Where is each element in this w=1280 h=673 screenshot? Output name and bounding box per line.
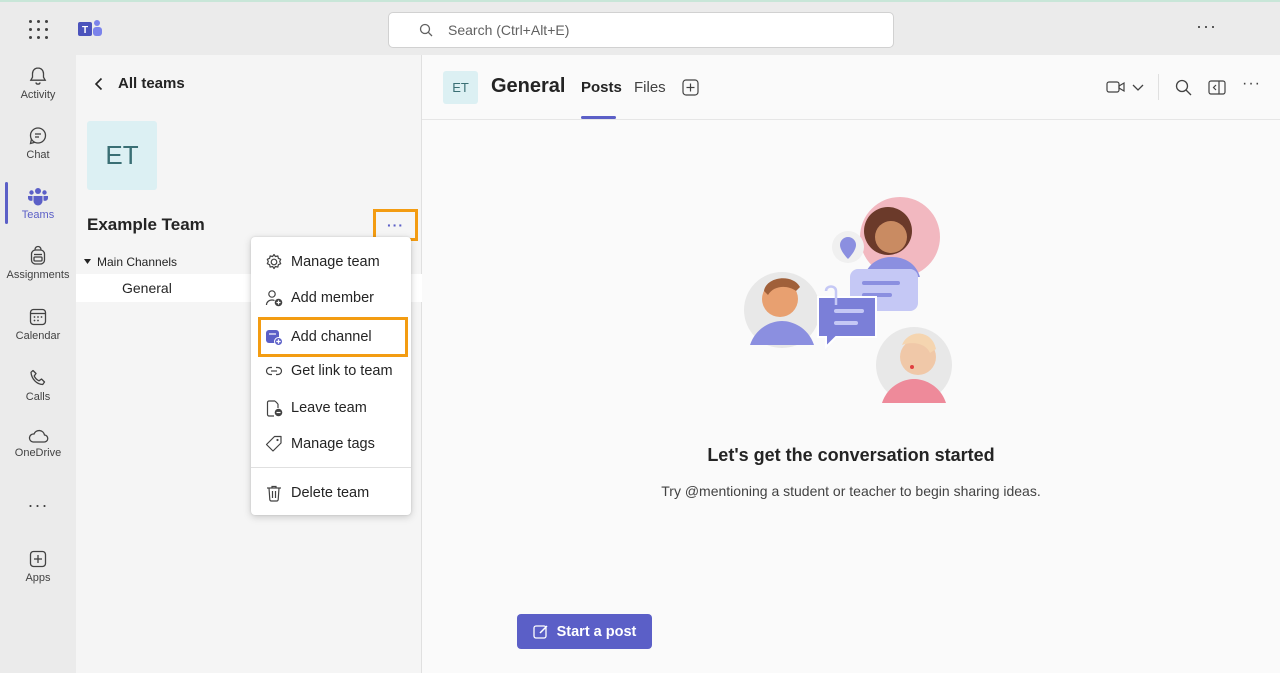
team-name: Example Team: [87, 215, 205, 234]
rail-item-calendar[interactable]: Calendar: [0, 306, 76, 342]
rail-label: Chat: [26, 149, 50, 161]
channels-section-label: Main Channels: [97, 255, 178, 269]
plus-square-icon: [29, 550, 47, 568]
conversation-illustration: [744, 197, 952, 403]
chat-icon: [29, 127, 47, 145]
menu-item-add-channel[interactable]: Add channel: [258, 317, 408, 357]
rail-item-activity[interactable]: Activity: [0, 65, 76, 101]
menu-item-manage-team[interactable]: Manage team: [251, 245, 411, 279]
channel-title: General: [491, 75, 566, 97]
rail-item-teams[interactable]: Teams: [0, 185, 76, 221]
menu-item-label: Manage team: [291, 254, 380, 270]
top-bar: T Search (Ctrl+Alt+E) ···: [0, 0, 1280, 55]
teams-app: T Search (Ctrl+Alt+E) ··· Activity Chat …: [0, 0, 1280, 673]
video-call-icon[interactable]: [1106, 78, 1128, 96]
menu-item-label: Manage tags: [291, 436, 375, 452]
channel-more-icon[interactable]: ···: [1242, 75, 1261, 93]
tab-files[interactable]: Files: [634, 79, 666, 96]
link-icon: [265, 366, 283, 376]
teams-logo-icon: T: [78, 20, 102, 36]
bell-icon: [29, 67, 47, 85]
menu-item-get-link[interactable]: Get link to team: [251, 354, 411, 388]
caret-down-icon: [84, 259, 91, 264]
team-avatar: ET: [87, 121, 157, 190]
add-channel-icon: [266, 330, 283, 346]
add-tab-icon[interactable]: [682, 79, 699, 96]
calendar-icon: [29, 308, 47, 326]
search-icon: [419, 23, 433, 37]
menu-item-leave-team[interactable]: Leave team: [251, 391, 411, 425]
app-launcher-icon[interactable]: [27, 18, 51, 42]
channel-main: ET General Posts Files ··· Let's get the…: [422, 55, 1280, 673]
search-icon[interactable]: [1175, 79, 1192, 96]
leave-icon: [266, 400, 283, 417]
rail-label: Teams: [21, 209, 55, 221]
cloud-icon: [28, 429, 49, 443]
channel-header: ET General Posts Files ···: [422, 55, 1280, 120]
menu-item-label: Leave team: [291, 400, 367, 416]
phone-icon: [30, 369, 46, 386]
search-placeholder: Search (Ctrl+Alt+E): [448, 22, 570, 38]
svg-text:T: T: [82, 25, 88, 36]
add-person-icon: [265, 290, 283, 307]
empty-state-title: Let's get the conversation started: [707, 445, 995, 465]
channels-section-header[interactable]: Main Channels: [84, 255, 177, 269]
chevron-down-icon[interactable]: [1132, 84, 1144, 92]
start-post-label: Start a post: [556, 623, 637, 640]
rail-label: OneDrive: [14, 447, 62, 459]
rail-item-assignments[interactable]: Assignments: [0, 245, 76, 281]
tab-posts[interactable]: Posts: [581, 79, 622, 96]
chevron-left-icon: [94, 77, 103, 90]
team-options-menu: Manage team Add member Add channel Get l…: [251, 237, 411, 515]
header-separator: [1158, 74, 1159, 100]
teams-icon: [28, 188, 48, 206]
start-post-button[interactable]: Start a post: [517, 614, 652, 649]
trash-icon: [267, 485, 281, 502]
channel-avatar: ET: [443, 71, 478, 104]
rail-label: Calls: [25, 391, 51, 403]
channel-label: General: [122, 280, 172, 296]
active-tab-indicator: [581, 116, 616, 119]
rail-label: Assignments: [6, 269, 70, 281]
menu-item-label: Get link to team: [291, 363, 393, 379]
rail-item-onedrive[interactable]: OneDrive: [0, 427, 76, 459]
rail-label: Calendar: [15, 330, 61, 342]
menu-item-label: Delete team: [291, 485, 370, 501]
menu-item-delete-team[interactable]: Delete team: [251, 476, 411, 510]
rail-item-calls[interactable]: Calls: [0, 367, 76, 403]
tag-icon: [265, 435, 282, 452]
app-rail: Activity Chat Teams Assignments Calendar…: [0, 55, 76, 673]
settings-more-icon[interactable]: ···: [1196, 16, 1217, 37]
rail-item-apps[interactable]: Apps: [0, 548, 76, 584]
all-teams-label: All teams: [118, 75, 185, 92]
side-panel-icon[interactable]: [1208, 79, 1226, 96]
search-box[interactable]: Search (Ctrl+Alt+E): [388, 12, 894, 48]
menu-item-label: Add channel: [291, 329, 372, 345]
backpack-icon: [30, 245, 46, 265]
menu-item-label: Add member: [291, 290, 375, 306]
more-apps-icon[interactable]: ···: [0, 495, 76, 516]
menu-divider: [251, 467, 411, 468]
gear-icon: [266, 253, 282, 270]
all-teams-back-link[interactable]: All teams: [94, 75, 185, 92]
rail-label: Apps: [25, 572, 51, 584]
compose-icon: [532, 624, 548, 639]
empty-state-subtitle: Try @mentioning a student or teacher to …: [661, 483, 1041, 499]
menu-item-manage-tags[interactable]: Manage tags: [251, 427, 411, 461]
rail-item-chat[interactable]: Chat: [0, 125, 76, 161]
rail-label: Activity: [20, 89, 56, 101]
menu-item-add-member[interactable]: Add member: [251, 281, 411, 315]
